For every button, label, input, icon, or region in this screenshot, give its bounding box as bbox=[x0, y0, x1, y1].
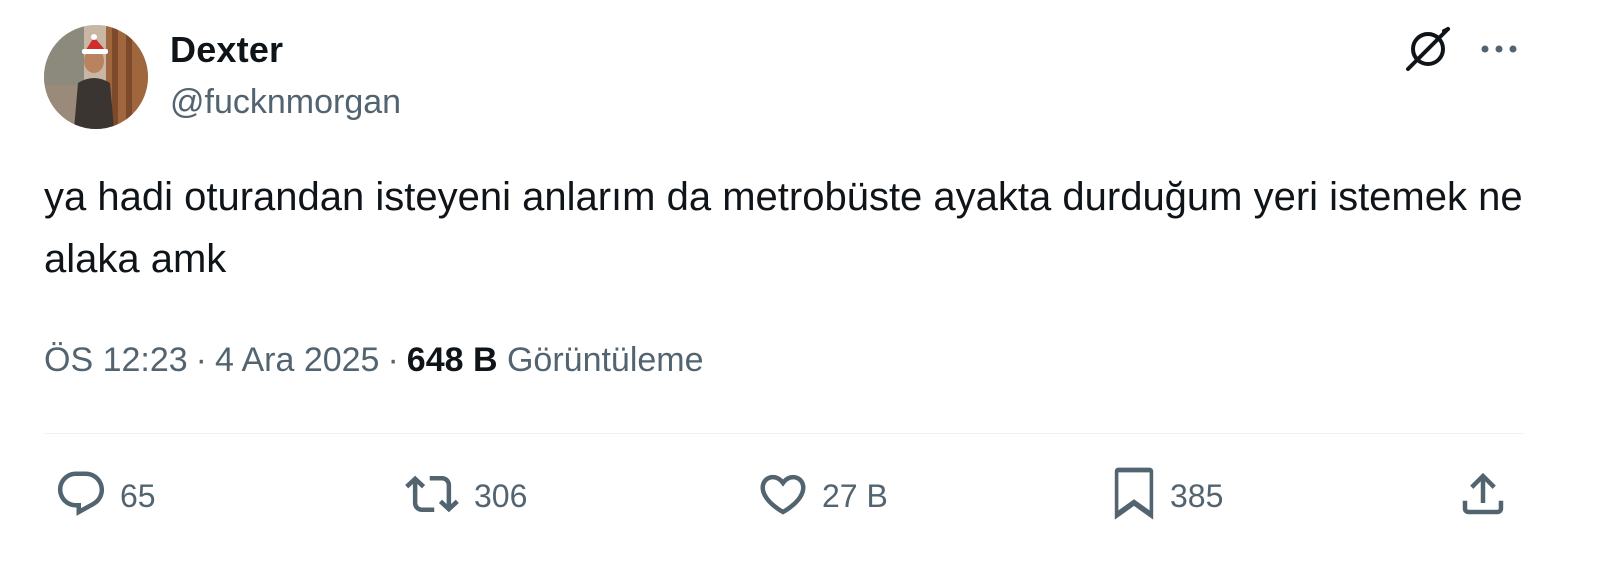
tweet-meta: ÖS 12:23 · 4 Ara 2025 · 648 B Görüntüleme bbox=[44, 336, 704, 384]
tweet-text: ya hadi oturandan isteyeni anlarım da me… bbox=[44, 175, 1523, 281]
share-icon bbox=[1456, 467, 1510, 526]
author-name[interactable]: Dexter bbox=[170, 28, 283, 72]
grok-icon bbox=[1402, 23, 1454, 80]
share-button[interactable] bbox=[1456, 466, 1510, 526]
reply-button[interactable]: 65 bbox=[54, 466, 156, 526]
retweet-count: 306 bbox=[474, 478, 528, 514]
divider bbox=[44, 433, 1524, 434]
reply-count: 65 bbox=[120, 478, 156, 514]
bookmark-count: 385 bbox=[1170, 478, 1224, 514]
bookmark-button[interactable]: 385 bbox=[1110, 466, 1223, 526]
bookmark-icon bbox=[1110, 464, 1158, 529]
like-button[interactable]: 27 B bbox=[756, 466, 888, 526]
tweet-card: Dexter @fucknmorgan ya hadi oturandan is… bbox=[0, 0, 1618, 572]
heart-icon bbox=[756, 467, 810, 526]
meta-separator: · bbox=[387, 341, 399, 379]
avatar[interactable] bbox=[44, 25, 148, 129]
tweet-date[interactable]: 4 Ara 2025 bbox=[215, 341, 379, 379]
meta-separator: · bbox=[195, 341, 207, 379]
views-count[interactable]: 648 B bbox=[407, 341, 498, 379]
retweet-icon bbox=[402, 467, 462, 526]
reply-icon bbox=[54, 467, 108, 526]
retweet-button[interactable]: 306 bbox=[402, 466, 527, 526]
more-icon bbox=[1479, 42, 1519, 60]
avatar-image bbox=[44, 25, 148, 129]
more-options-button[interactable] bbox=[1474, 26, 1524, 76]
views-label: Görüntüleme bbox=[506, 341, 704, 379]
grok-button[interactable] bbox=[1400, 26, 1456, 76]
author-handle[interactable]: @fucknmorgan bbox=[170, 80, 401, 124]
tweet-time[interactable]: ÖS 12:23 bbox=[44, 341, 188, 379]
like-count: 27 B bbox=[822, 478, 888, 514]
